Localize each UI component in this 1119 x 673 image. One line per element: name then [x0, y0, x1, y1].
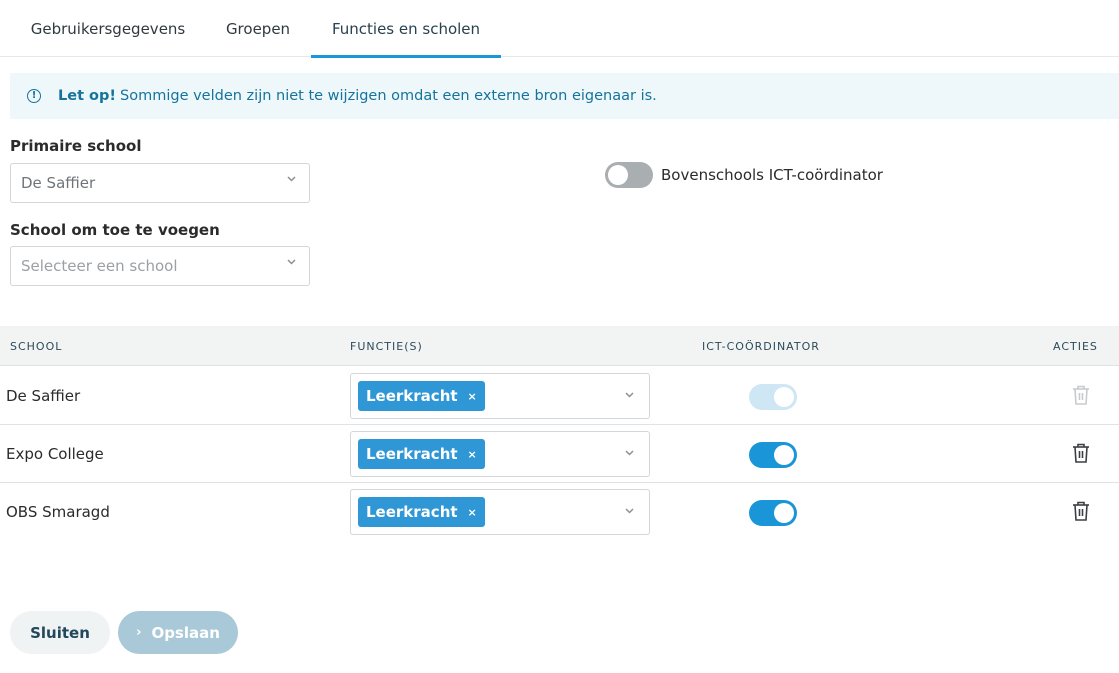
ict-coordinator-toggle[interactable]: [749, 500, 797, 526]
primary-school-value: De Saffier: [21, 174, 96, 192]
notice-text: Sommige velden zijn niet te wijzigen omd…: [120, 88, 657, 104]
header-functions: FUNCTIE(S): [350, 339, 423, 353]
header-school: SCHOOL: [10, 339, 63, 353]
chevron-right-icon: ›: [136, 625, 142, 640]
tab-groepen[interactable]: Groepen: [210, 0, 306, 57]
add-school-placeholder: Selecteer een school: [21, 257, 178, 275]
chevron-down-icon: [625, 450, 634, 456]
toggle-knob: [608, 165, 628, 185]
table-header: SCHOOL FUNCTIE(S) ICT-COÖRDINATOR ACTIES: [0, 326, 1119, 366]
functions-select[interactable]: Leerkracht ×: [350, 431, 650, 477]
remove-tag-icon[interactable]: ×: [468, 448, 477, 461]
functions-select[interactable]: Leerkracht ×: [350, 373, 650, 419]
function-tag-label: Leerkracht: [366, 503, 458, 521]
table-row: De Saffier Leerkracht ×: [0, 367, 1119, 425]
ict-coordinator-toggle: [749, 384, 797, 410]
function-tag: Leerkracht ×: [358, 497, 485, 527]
trash-icon[interactable]: [1071, 442, 1091, 464]
save-button-label: Opslaan: [151, 623, 220, 642]
function-tag: Leerkracht ×: [358, 381, 485, 411]
toggle-knob: [774, 387, 794, 407]
table-row: Expo College Leerkracht ×: [0, 425, 1119, 483]
info-icon: !: [27, 89, 41, 103]
bovenschools-ict-label: Bovenschools ICT-coördinator: [661, 166, 883, 184]
header-actions: ACTIES: [1053, 339, 1098, 353]
toggle-knob: [774, 445, 794, 465]
add-school-label: School om toe te voegen: [10, 221, 220, 239]
notice-banner: ! Let op! Sommige velden zijn niet te wi…: [10, 73, 1119, 119]
chevron-down-icon: [287, 259, 296, 267]
row-school-name: De Saffier: [6, 387, 81, 405]
tab-functies-en-scholen[interactable]: Functies en scholen: [311, 0, 501, 58]
trash-icon: [1071, 384, 1091, 406]
close-button[interactable]: Sluiten: [10, 611, 110, 654]
function-tag-label: Leerkracht: [366, 387, 458, 405]
trash-icon[interactable]: [1071, 500, 1091, 522]
chevron-down-icon: [625, 508, 634, 514]
function-tag: Leerkracht ×: [358, 439, 485, 469]
remove-tag-icon[interactable]: ×: [468, 506, 477, 519]
functions-select[interactable]: Leerkracht ×: [350, 489, 650, 535]
row-school-name: Expo College: [6, 445, 104, 463]
tab-bar: Gebruikersgegevens Groepen Functies en s…: [0, 0, 1119, 58]
header-ict: ICT-COÖRDINATOR: [702, 339, 820, 353]
function-tag-label: Leerkracht: [366, 445, 458, 463]
bovenschools-ict-toggle-row: Bovenschools ICT-coördinator: [605, 162, 883, 188]
chevron-down-icon: [287, 176, 296, 184]
remove-tag-icon[interactable]: ×: [468, 390, 477, 403]
notice-title: Let op!: [58, 88, 117, 104]
toggle-knob: [774, 503, 794, 523]
add-school-select[interactable]: Selecteer een school: [10, 246, 310, 286]
row-school-name: OBS Smaragd: [6, 503, 110, 521]
primary-school-label: Primaire school: [10, 137, 142, 155]
table-row: OBS Smaragd Leerkracht ×: [0, 483, 1119, 541]
ict-coordinator-toggle[interactable]: [749, 442, 797, 468]
primary-school-select[interactable]: De Saffier: [10, 163, 310, 203]
bovenschools-ict-toggle[interactable]: [605, 162, 653, 188]
save-button[interactable]: › Opslaan: [118, 611, 238, 654]
tab-gebruikersgegevens[interactable]: Gebruikersgegevens: [12, 0, 204, 57]
chevron-down-icon: [625, 392, 634, 398]
